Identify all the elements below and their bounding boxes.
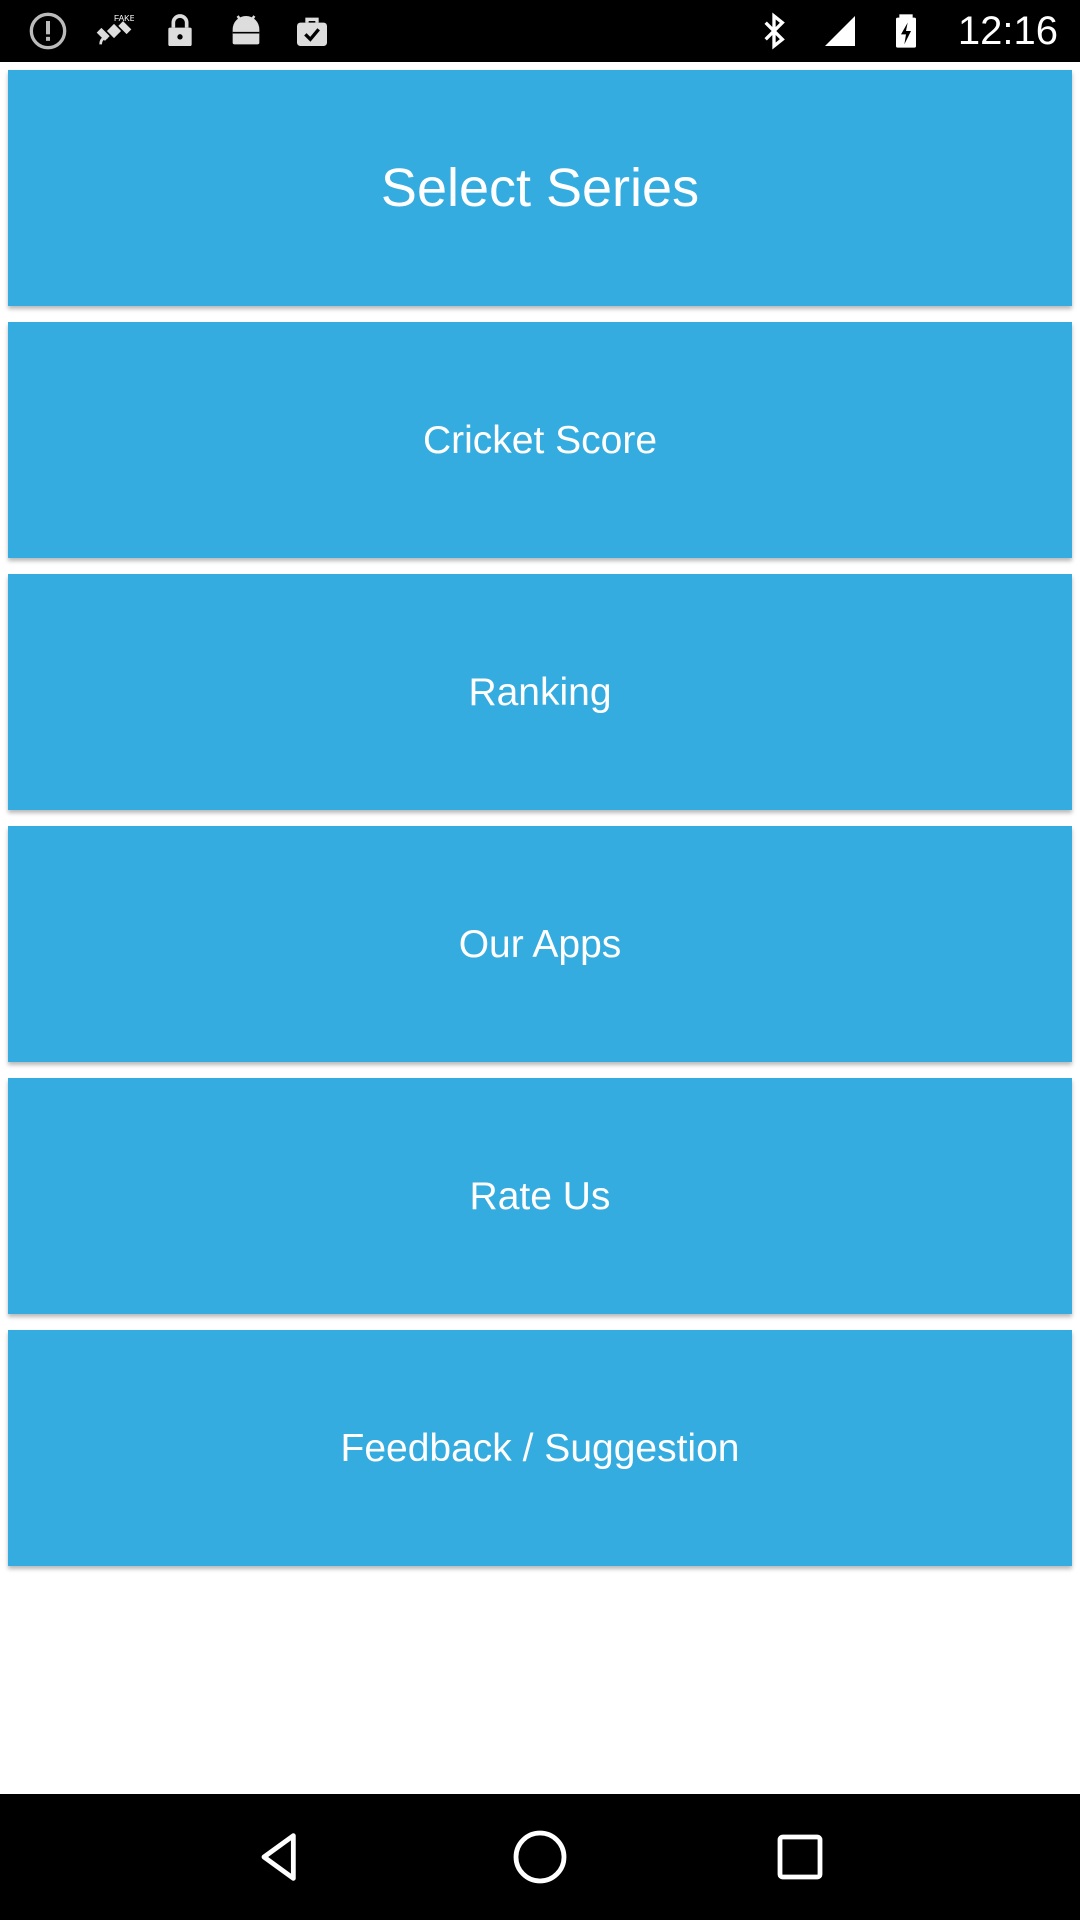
- menu-list: Select Series Cricket Score Ranking Our …: [8, 70, 1072, 1582]
- back-icon[interactable]: [240, 1817, 320, 1897]
- status-bar: FAKE 12:16: [0, 0, 1080, 62]
- our-apps-button[interactable]: Our Apps: [8, 826, 1072, 1062]
- alert-circle-icon: [28, 11, 68, 51]
- main-content: Select Series Cricket Score Ranking Our …: [0, 62, 1080, 1794]
- cricket-score-button[interactable]: Cricket Score: [8, 322, 1072, 558]
- menu-button-label: Cricket Score: [422, 418, 658, 462]
- signal-icon: [820, 11, 860, 51]
- status-time: 12:16: [957, 8, 1058, 53]
- ranking-button[interactable]: Ranking: [8, 574, 1072, 810]
- menu-button-label: Select Series: [380, 158, 700, 218]
- lock-icon: [160, 11, 200, 51]
- recents-icon[interactable]: [760, 1817, 840, 1897]
- select-series-button[interactable]: Select Series: [8, 70, 1072, 306]
- android-icon: [226, 11, 266, 51]
- menu-button-label: Feedback / Suggestion: [340, 1426, 740, 1470]
- menu-button-label: Rate Us: [469, 1174, 611, 1218]
- bluetooth-icon: [754, 11, 794, 51]
- fake-gps-icon: FAKE: [94, 11, 134, 51]
- briefcase-check-icon: [292, 11, 332, 51]
- menu-button-label: Ranking: [468, 670, 612, 714]
- battery-icon: [886, 11, 926, 51]
- svg-text:FAKE: FAKE: [114, 13, 134, 23]
- status-right-icons: 12:16: [754, 9, 1058, 54]
- navigation-bar: [0, 1794, 1080, 1920]
- feedback-suggestion-button[interactable]: Feedback / Suggestion: [8, 1330, 1072, 1566]
- rate-us-button[interactable]: Rate Us: [8, 1078, 1072, 1314]
- menu-button-label: Our Apps: [458, 922, 622, 966]
- home-icon[interactable]: [500, 1817, 580, 1897]
- status-left-icons: FAKE: [28, 11, 332, 51]
